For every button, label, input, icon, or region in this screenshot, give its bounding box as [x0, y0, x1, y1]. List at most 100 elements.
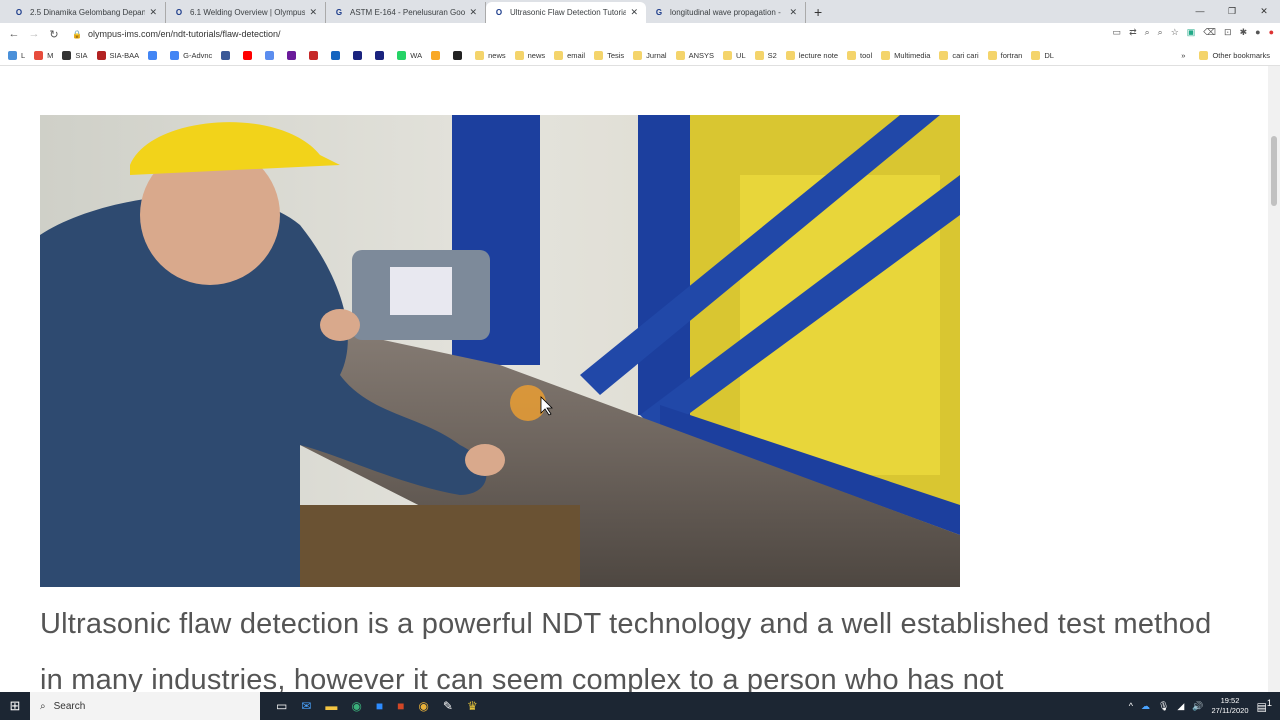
- taskbar-search[interactable]: ⌕ Search: [30, 692, 260, 720]
- folder-icon: [594, 50, 604, 60]
- folder-icon: [785, 50, 795, 60]
- bookmark[interactable]: [265, 50, 278, 60]
- favicon-icon: O: [495, 7, 503, 17]
- bookmark[interactable]: G-Advnc: [170, 50, 212, 60]
- microphone-icon[interactable]: 🎙: [1158, 701, 1169, 712]
- notification-center-icon[interactable]: ▤1: [1257, 698, 1273, 714]
- close-tab-icon[interactable]: ✕: [630, 7, 638, 18]
- clock[interactable]: 19:52 27/11/2020: [1212, 696, 1249, 716]
- bookmark-folder[interactable]: tool: [847, 50, 872, 60]
- bookmark[interactable]: [221, 50, 234, 60]
- tab[interactable]: O Ultrasonic Flaw Detection Tutoria ✕: [486, 2, 646, 23]
- bookmark[interactable]: SIA-BAA: [96, 50, 139, 60]
- bookmark-folder[interactable]: Jurnal: [633, 50, 667, 60]
- star-icon[interactable]: ☆: [1171, 27, 1179, 38]
- close-tab-icon[interactable]: ✕: [309, 7, 317, 18]
- window-controls: — ❐ ✕: [1184, 0, 1280, 22]
- close-window-button[interactable]: ✕: [1248, 0, 1280, 22]
- bookmark-folder[interactable]: email: [554, 50, 585, 60]
- close-tab-icon[interactable]: ✕: [789, 7, 797, 18]
- app-icon[interactable]: ♛: [467, 699, 478, 713]
- bookmark-folder[interactable]: Multimedia: [881, 50, 930, 60]
- bookmark-folder[interactable]: fortran: [987, 50, 1022, 60]
- more-bookmarks-button[interactable]: »: [1181, 51, 1185, 60]
- extension-icon[interactable]: ⌫: [1203, 27, 1216, 38]
- page-scrollbar[interactable]: [1268, 66, 1280, 692]
- chrome-icon[interactable]: ◉: [418, 699, 428, 713]
- bookmark-favicon-icon: [96, 50, 106, 60]
- bookmark[interactable]: M: [34, 50, 53, 60]
- volume-icon[interactable]: 🔊: [1192, 701, 1203, 712]
- bookmark[interactable]: L: [8, 50, 25, 60]
- bookmark[interactable]: [453, 50, 466, 60]
- task-view-icon[interactable]: ▭: [276, 699, 287, 713]
- extension-icon[interactable]: ▣: [1187, 27, 1196, 38]
- bookmark[interactable]: SIA: [62, 50, 88, 60]
- bookmark[interactable]: [309, 50, 322, 60]
- translate-icon[interactable]: ⇄: [1129, 27, 1137, 38]
- bookmark-label: SIA: [75, 50, 88, 60]
- tab[interactable]: Glongitudinal wave propagation - ✕: [646, 2, 806, 23]
- bookmark-favicon-icon: [331, 50, 341, 60]
- app-icon[interactable]: ✎: [443, 699, 453, 713]
- bookmark[interactable]: [353, 50, 366, 60]
- bookmark[interactable]: [431, 50, 444, 60]
- bookmark-favicon-icon: [287, 50, 297, 60]
- bookmark-label: news: [488, 50, 506, 60]
- minimize-button[interactable]: —: [1184, 0, 1216, 22]
- mail-icon[interactable]: ✉: [301, 699, 311, 713]
- bookmark-favicon-icon: [353, 50, 363, 60]
- bookmark-folder[interactable]: ANSYS: [675, 50, 715, 60]
- zoom-app-icon[interactable]: ■: [376, 699, 383, 713]
- bookmark-folder[interactable]: lecture note: [785, 50, 838, 60]
- bookmark-favicon-icon: [375, 50, 385, 60]
- tab[interactable]: O 2.5 Dinamika Gelombang Depan ✕: [6, 2, 166, 23]
- bookmark[interactable]: [287, 50, 300, 60]
- cast-icon[interactable]: ▭: [1113, 27, 1122, 38]
- bookmark-label: cari cari: [952, 50, 979, 60]
- bookmark-folder[interactable]: UL: [723, 50, 746, 60]
- reload-button[interactable]: ↻: [44, 28, 64, 41]
- bookmark-folder[interactable]: news: [475, 50, 506, 60]
- back-button[interactable]: ←: [4, 28, 24, 40]
- windows-start-icon[interactable]: ⊞: [0, 698, 30, 714]
- zoom-icon[interactable]: ⌕: [1145, 27, 1150, 38]
- folder-icon: [514, 50, 524, 60]
- bookmark[interactable]: [243, 50, 256, 60]
- puzzle-icon[interactable]: ✱: [1240, 27, 1248, 38]
- restore-button[interactable]: ❐: [1216, 0, 1248, 22]
- folder-icon: [939, 50, 949, 60]
- bookmark-folder[interactable]: S2: [754, 50, 777, 60]
- bookmark-folder[interactable]: news: [514, 50, 545, 60]
- bookmark-folder[interactable]: cari cari: [939, 50, 979, 60]
- update-icon[interactable]: ●: [1269, 27, 1274, 38]
- edge-icon[interactable]: ◉: [351, 699, 361, 713]
- favicon-icon: G: [335, 7, 343, 17]
- close-tab-icon[interactable]: ✕: [149, 7, 157, 18]
- scrollbar-thumb[interactable]: [1271, 136, 1277, 206]
- tab[interactable]: G ASTM E-164 - Penelusuran Goog ✕: [326, 2, 486, 23]
- avatar[interactable]: ●: [1255, 27, 1260, 38]
- show-hidden-icons[interactable]: ^: [1129, 701, 1133, 711]
- bookmark[interactable]: [331, 50, 344, 60]
- bookmark[interactable]: WA: [397, 50, 422, 60]
- tab[interactable]: O 6.1 Welding Overview | Olympus ✕: [166, 2, 326, 23]
- onedrive-icon[interactable]: ☁: [1141, 701, 1150, 712]
- bookmark-folder[interactable]: Tesis: [594, 50, 624, 60]
- address-bar[interactable]: 🔒 olympus-ims.com/en/ndt-tutorials/flaw-…: [72, 25, 1052, 43]
- bookmark[interactable]: [375, 50, 388, 60]
- search-icon[interactable]: ⌕: [1158, 27, 1163, 38]
- bookmark[interactable]: [148, 50, 161, 60]
- wifi-icon[interactable]: ◢: [1177, 701, 1184, 712]
- tab-title: longitudinal wave propagation -: [670, 8, 781, 17]
- extension-icon[interactable]: ⊡: [1224, 27, 1232, 38]
- other-bookmarks[interactable]: » Other bookmarks: [1181, 50, 1270, 60]
- powerpoint-icon[interactable]: ■: [397, 699, 404, 713]
- forward-button[interactable]: →: [24, 28, 44, 40]
- bookmark-favicon-icon: [8, 50, 17, 60]
- bookmark-label: ANSYS: [688, 50, 715, 60]
- close-tab-icon[interactable]: ✕: [469, 7, 477, 18]
- new-tab-button[interactable]: +: [814, 4, 822, 20]
- file-explorer-icon[interactable]: ▬: [325, 699, 337, 713]
- bookmark-folder[interactable]: DL: [1031, 50, 1054, 60]
